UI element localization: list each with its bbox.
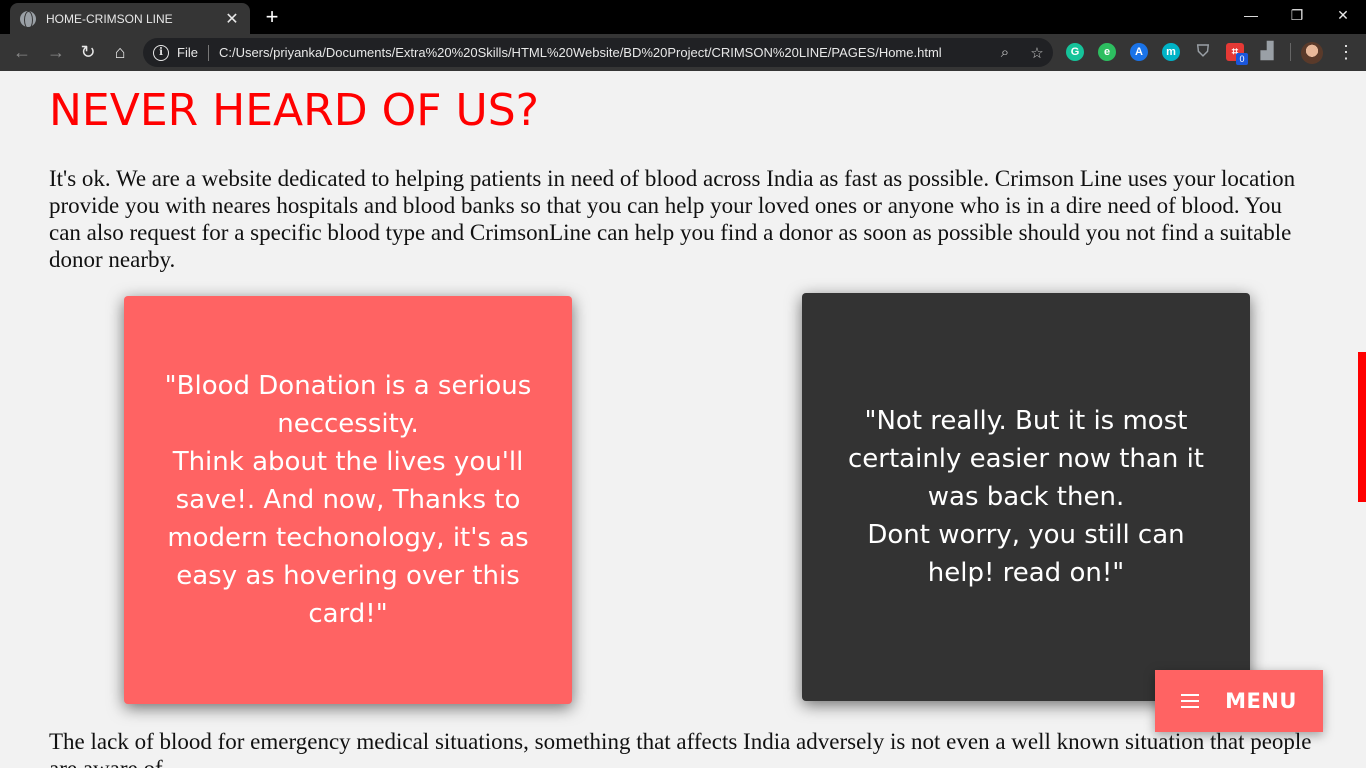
reload-button[interactable]: ↻ xyxy=(76,41,100,63)
scrollbar-thumb[interactable] xyxy=(1358,352,1366,502)
tab-title: HOME-CRIMSON LINE xyxy=(46,11,173,26)
home-button[interactable]: ⌂ xyxy=(108,41,132,63)
scheme-label: File xyxy=(177,45,198,60)
shield-extension-icon[interactable]: ⛉ xyxy=(1194,43,1212,61)
address-divider xyxy=(207,44,209,61)
lower-paragraph: The lack of blood for emergency medical … xyxy=(49,729,1312,768)
browser-tab[interactable]: HOME-CRIMSON LINE ✕ xyxy=(10,3,250,34)
browser-menu-icon[interactable]: ⋮ xyxy=(1336,40,1356,64)
globe-icon xyxy=(20,10,36,29)
restore-button[interactable]: ❐ xyxy=(1274,4,1320,26)
menu-button-label: MENU xyxy=(1225,689,1297,713)
reply-card-line: "Not really. But it is most certainly ea… xyxy=(847,406,1204,512)
hamburger-icon xyxy=(1181,694,1200,708)
grammarly-icon[interactable]: G xyxy=(1066,43,1084,61)
forward-button[interactable]: → xyxy=(44,41,68,63)
reply-card[interactable]: "Not really. But it is most certainly ea… xyxy=(802,293,1250,701)
donation-card[interactable]: "Blood Donation is a serious neccessity.… xyxy=(124,296,572,704)
profile-avatar[interactable] xyxy=(1301,42,1323,64)
translate-icon[interactable]: A xyxy=(1130,43,1148,61)
intro-paragraph: It's ok. We are a website dedicated to h… xyxy=(49,166,1296,272)
zoom-icon[interactable]: ⌕ xyxy=(989,44,1021,61)
donation-card-quote: "Blood Donation is a serious neccessity.… xyxy=(154,367,542,633)
window-close-button[interactable]: ✕ xyxy=(1320,4,1366,26)
page-viewport: NEVER HEARD OF US? It's ok. We are a web… xyxy=(0,71,1356,768)
bookmark-star-icon[interactable]: ☆ xyxy=(1021,44,1053,62)
reply-card-quote: "Not really. But it is most certainly ea… xyxy=(832,402,1220,592)
donation-card-line: "Blood Donation is a serious neccessity. xyxy=(164,371,532,439)
url-text[interactable]: C:/Users/priyanka/Documents/Extra%20%20S… xyxy=(219,45,989,60)
back-button[interactable]: ← xyxy=(10,41,34,63)
page-heading: NEVER HEARD OF US? xyxy=(49,85,540,136)
toolbar-divider xyxy=(1290,43,1291,61)
browser-tab-strip: HOME-CRIMSON LINE ✕ + — ❐ ✕ xyxy=(0,0,1366,34)
tab-close-icon[interactable]: ✕ xyxy=(224,9,240,29)
minimize-button[interactable]: — xyxy=(1228,4,1274,26)
m-extension-icon[interactable]: m xyxy=(1162,43,1180,61)
address-bar[interactable]: i File C:/Users/priyanka/Documents/Extra… xyxy=(143,38,1053,67)
browser-toolbar: ← → ↻ ⌂ i File C:/Users/priyanka/Documen… xyxy=(0,34,1366,71)
stats-extension-icon[interactable]: ▟ xyxy=(1258,43,1276,61)
info-icon[interactable]: i xyxy=(153,44,169,61)
reply-card-line: Dont worry, you still can help! read on!… xyxy=(867,520,1185,588)
evernote-icon[interactable]: e xyxy=(1098,43,1116,61)
new-tab-button[interactable]: + xyxy=(262,5,282,29)
extension-badge: 0 xyxy=(1236,53,1248,65)
menu-button[interactable]: MENU xyxy=(1155,670,1323,732)
donation-card-line: Think about the lives you'll save!. And … xyxy=(167,447,529,629)
